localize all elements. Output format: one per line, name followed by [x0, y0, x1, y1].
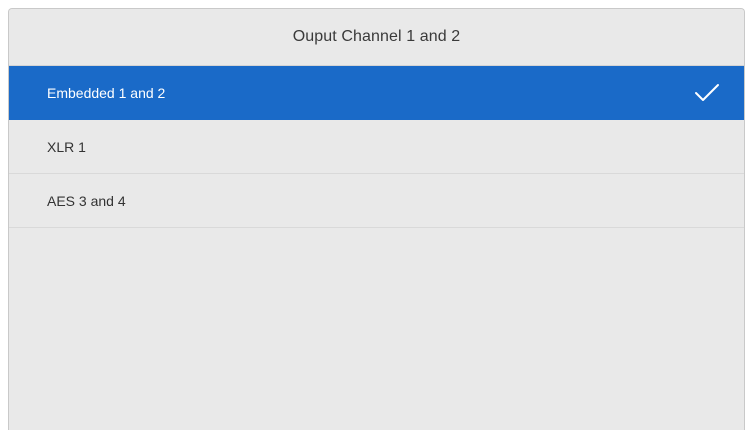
- option-label: Embedded 1 and 2: [47, 84, 166, 101]
- panel-title: Ouput Channel 1 and 2: [292, 28, 461, 45]
- options-list: Embedded 1 and 2 XLR 1 AES 3 and 4: [9, 66, 744, 228]
- option-embedded-1-and-2[interactable]: Embedded 1 and 2: [9, 66, 744, 120]
- checkmark-icon: [695, 83, 719, 101]
- option-xlr-1[interactable]: XLR 1: [9, 120, 744, 174]
- option-aes-3-and-4[interactable]: AES 3 and 4: [9, 174, 744, 228]
- panel-header: Ouput Channel 1 and 2: [9, 9, 744, 66]
- option-label: XLR 1: [47, 138, 86, 155]
- output-channel-panel: Ouput Channel 1 and 2 Embedded 1 and 2 X…: [8, 8, 745, 430]
- option-label: AES 3 and 4: [47, 192, 126, 209]
